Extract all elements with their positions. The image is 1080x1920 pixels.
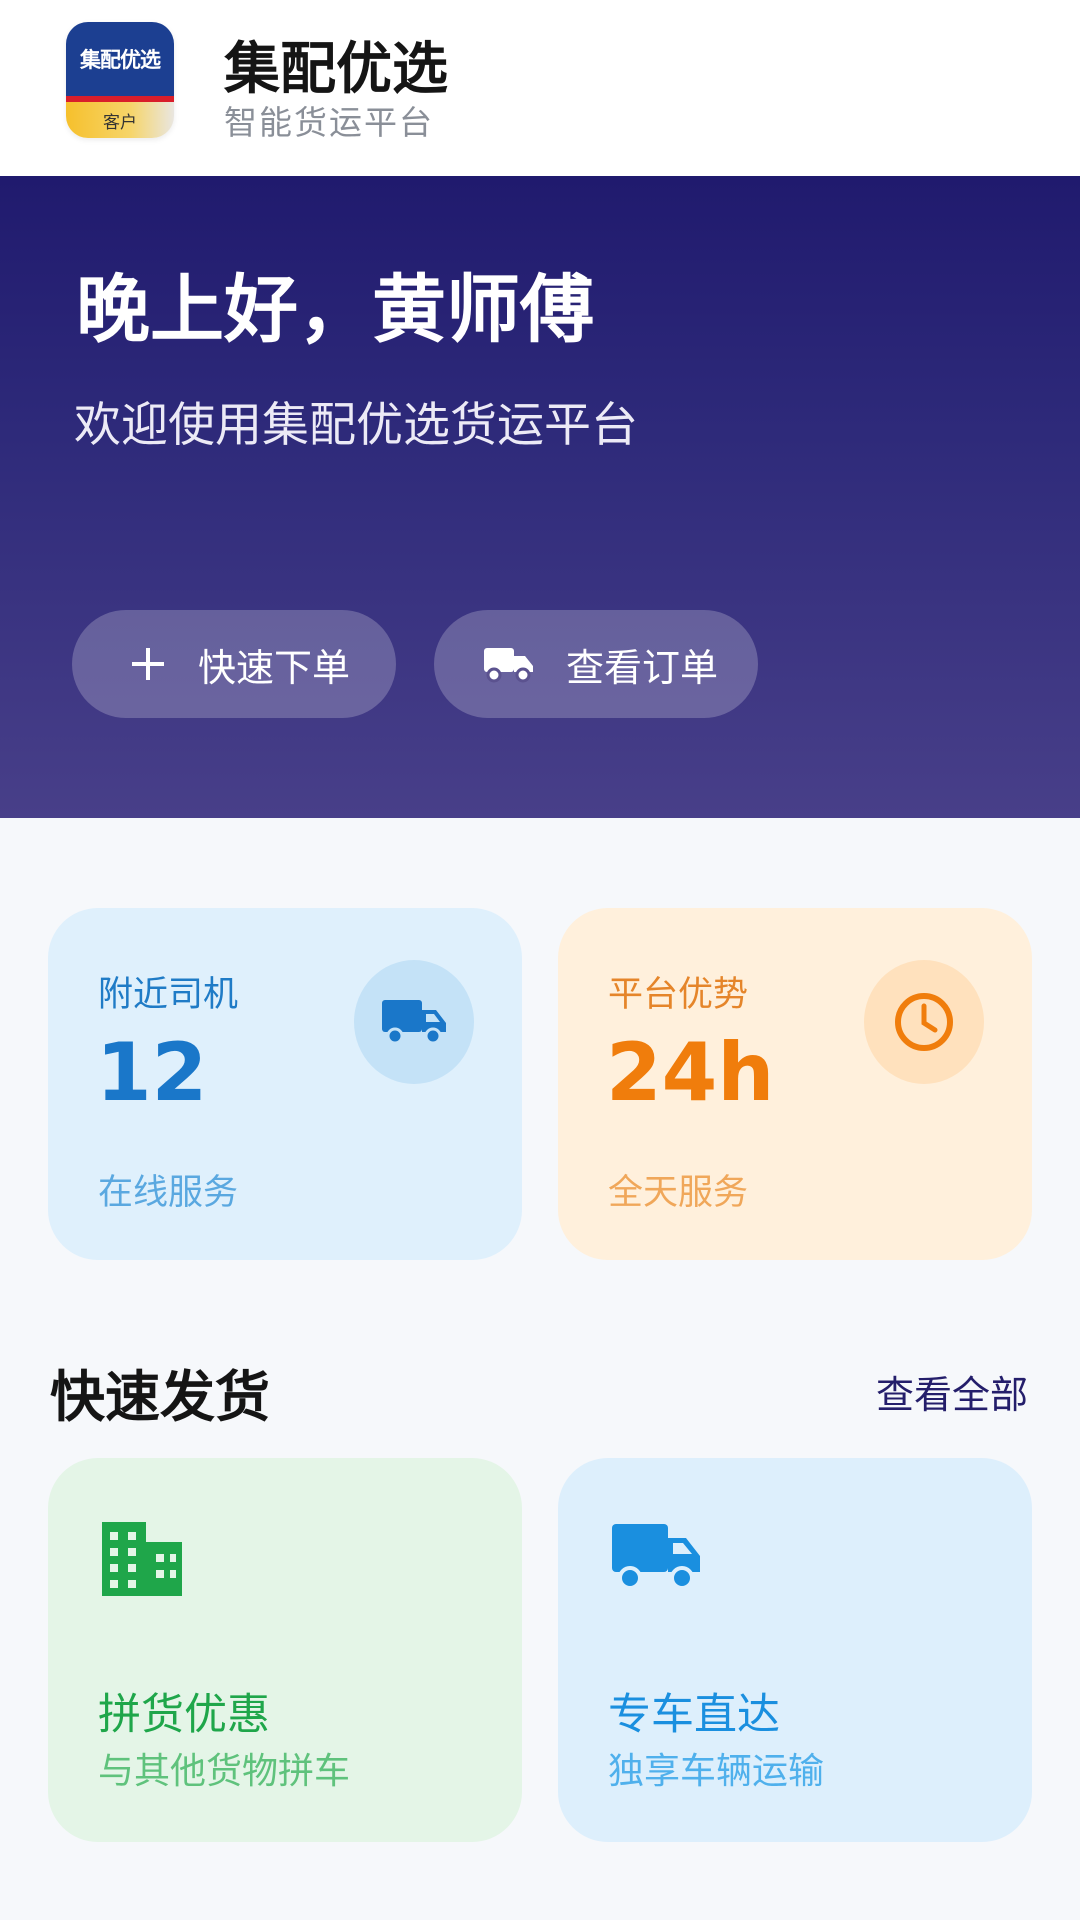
see-all-link[interactable]: 查看全部 (876, 1364, 1028, 1419)
app-header: 集配优选 客户 集配优选 智能货运平台 (0, 0, 1080, 176)
greeting-text: 晚上好，黄师傅 (76, 267, 594, 353)
section-title: 快速发货 (50, 1365, 271, 1429)
stat-label: 平台优势 (608, 975, 749, 1015)
shared-ride-option[interactable]: 拼货优惠 与其他货物拼车 (48, 1458, 522, 1842)
dedicated-truck-option[interactable]: 专车直达 独享车辆运输 (558, 1458, 1032, 1842)
app-title: 集配优选 (224, 37, 448, 102)
app-logo: 集配优选 客户 (66, 22, 174, 138)
option-title: 专车直达 (608, 1690, 780, 1740)
stat-note: 全天服务 (608, 1173, 749, 1213)
truck-icon (482, 644, 536, 684)
stat-value: 24h (606, 1026, 775, 1119)
view-orders-button[interactable]: 查看订单 (434, 610, 758, 718)
quick-order-label: 快速下单 (198, 645, 351, 690)
platform-advantage-card[interactable]: 平台优势 24h 全天服务 (558, 908, 1032, 1260)
truck-icon (354, 960, 474, 1084)
option-title: 拼货优惠 (98, 1690, 270, 1740)
plus-icon (128, 644, 168, 684)
stat-label: 附近司机 (98, 975, 239, 1015)
option-desc: 与其他货物拼车 (98, 1751, 351, 1792)
clock-icon (864, 960, 984, 1084)
quick-order-button[interactable]: 快速下单 (72, 610, 396, 718)
building-icon (100, 1520, 184, 1602)
nearby-drivers-card[interactable]: 附近司机 12 在线服务 (48, 908, 522, 1260)
option-desc: 独享车辆运输 (608, 1751, 825, 1792)
welcome-text: 欢迎使用集配优选货运平台 (74, 398, 638, 453)
app-subtitle: 智能货运平台 (224, 103, 434, 142)
view-orders-label: 查看订单 (566, 645, 719, 690)
stat-value: 12 (96, 1026, 208, 1119)
stat-note: 在线服务 (98, 1173, 239, 1213)
logo-tag: 客户 (103, 112, 137, 133)
logo-text: 集配优选 (80, 48, 161, 72)
truck-icon (610, 1520, 702, 1598)
